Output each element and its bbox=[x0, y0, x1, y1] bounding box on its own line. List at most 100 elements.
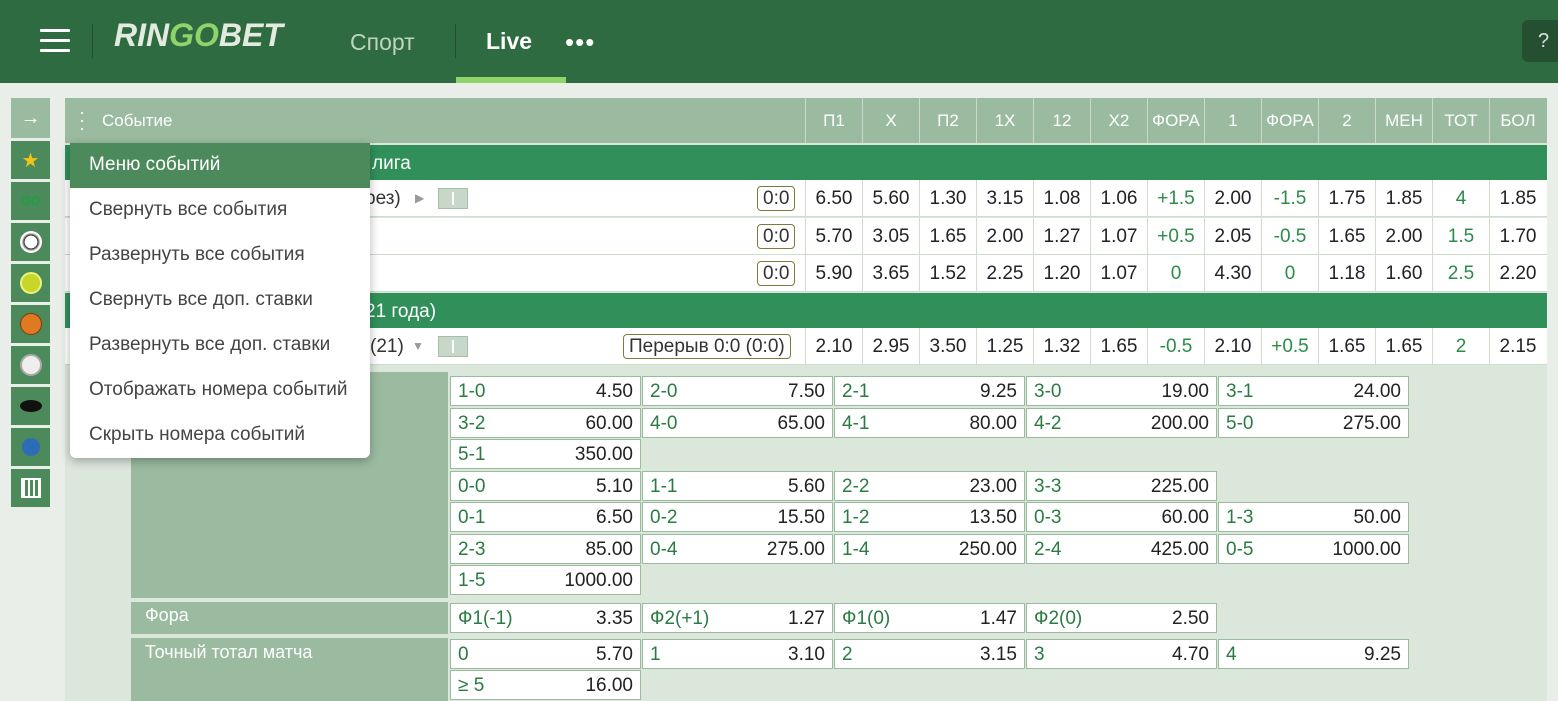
extra-bet-cell[interactable]: 0-4 275.00 bbox=[642, 534, 833, 564]
odds-button[interactable]: 1.30 bbox=[919, 180, 976, 217]
favorites-star-icon[interactable]: ★ bbox=[11, 141, 50, 179]
odds-button[interactable]: 6.50 bbox=[805, 180, 862, 217]
nav-more-button[interactable]: ••• bbox=[565, 27, 595, 58]
extra-bet-cell[interactable]: 1-1 5.60 bbox=[642, 471, 833, 501]
extra-bet-cell[interactable]: 2-0 7.50 bbox=[642, 376, 833, 406]
extra-bet-cell[interactable]: 3-0 19.00 bbox=[1026, 376, 1217, 406]
odds-button[interactable]: 1.52 bbox=[919, 255, 976, 292]
extra-bet-cell[interactable]: 0-0 5.10 bbox=[450, 471, 641, 501]
extra-bet-cell[interactable]: 3-1 24.00 bbox=[1218, 376, 1409, 406]
odds-button[interactable]: 3.50 bbox=[919, 328, 976, 365]
odds-button[interactable]: 1.85 bbox=[1375, 180, 1432, 217]
nav-sport[interactable]: Спорт bbox=[350, 29, 415, 56]
menu-item-show-event-numbers[interactable]: Отображать номера событий bbox=[70, 368, 370, 413]
odds-button[interactable]: 2.95 bbox=[862, 328, 919, 365]
odds-button[interactable]: 1.85 bbox=[1489, 180, 1546, 217]
odds-button[interactable]: 1.06 bbox=[1090, 180, 1147, 217]
field-stats-icon[interactable] bbox=[438, 336, 468, 357]
basketball-icon[interactable] bbox=[11, 305, 50, 343]
go-icon[interactable]: GO bbox=[11, 182, 50, 220]
odds-button[interactable]: 1.32 bbox=[1033, 328, 1090, 365]
extra-bet-cell[interactable]: 5-1 350.00 bbox=[450, 439, 641, 469]
odds-button[interactable]: 3.05 bbox=[862, 218, 919, 255]
odds-button[interactable]: 2.25 bbox=[976, 255, 1033, 292]
extra-bet-cell[interactable]: 4 9.25 bbox=[1218, 639, 1409, 669]
menu-item-expand-all-events[interactable]: Развернуть все события bbox=[70, 233, 370, 278]
event-name[interactable]: (21) bbox=[370, 336, 404, 358]
extra-bet-cell[interactable]: 3-3 225.00 bbox=[1026, 471, 1217, 501]
table-tennis-icon[interactable] bbox=[11, 428, 50, 466]
odds-button[interactable]: 1.65 bbox=[919, 218, 976, 255]
extra-bet-cell[interactable]: 4-0 65.00 bbox=[642, 408, 833, 438]
hockey-puck-icon[interactable] bbox=[11, 387, 50, 425]
extra-bet-cell[interactable]: 0-5 1000.00 bbox=[1218, 534, 1409, 564]
nav-live[interactable]: Live bbox=[486, 28, 532, 55]
odds-button[interactable]: 5.60 bbox=[862, 180, 919, 217]
menu-item-collapse-all-extra[interactable]: Свернуть все доп. ставки bbox=[70, 278, 370, 323]
logo[interactable]: RINGOBET bbox=[114, 17, 283, 54]
extra-bet-cell[interactable]: Ф2(+1) 1.27 bbox=[642, 603, 833, 633]
odds-button[interactable]: 2.05 bbox=[1204, 218, 1261, 255]
odds-button[interactable]: 1.65 bbox=[1318, 218, 1375, 255]
odds-button[interactable]: 1.60 bbox=[1375, 255, 1432, 292]
extra-bet-cell[interactable]: 1-5 1000.00 bbox=[450, 565, 641, 595]
football-icon[interactable] bbox=[11, 223, 50, 261]
odds-button[interactable]: 1.08 bbox=[1033, 180, 1090, 217]
event-menu-kebab-icon[interactable]: · · · bbox=[79, 103, 85, 137]
menu-item-expand-all-extra[interactable]: Развернуть все доп. ставки bbox=[70, 323, 370, 368]
extra-bet-cell[interactable]: 0-3 60.00 bbox=[1026, 502, 1217, 532]
field-stats-icon[interactable] bbox=[438, 188, 468, 209]
calendar-icon[interactable] bbox=[11, 469, 50, 507]
odds-button[interactable]: 1.18 bbox=[1318, 255, 1375, 292]
odds-button[interactable]: 1.25 bbox=[976, 328, 1033, 365]
hamburger-menu-icon[interactable] bbox=[40, 29, 70, 53]
extra-bet-cell[interactable]: 1-2 13.50 bbox=[834, 502, 1025, 532]
extra-bet-cell[interactable]: 1-4 250.00 bbox=[834, 534, 1025, 564]
odds-button[interactable]: 3.15 bbox=[976, 180, 1033, 217]
expand-triangle-icon[interactable]: ▶ bbox=[415, 191, 424, 205]
menu-item-collapse-all-events[interactable]: Свернуть все события bbox=[70, 188, 370, 233]
extra-bet-cell[interactable]: 0-1 6.50 bbox=[450, 502, 641, 532]
odds-button[interactable]: 2.20 bbox=[1489, 255, 1546, 292]
odds-button[interactable]: 5.90 bbox=[805, 255, 862, 292]
extra-bet-cell[interactable]: 1-3 50.00 bbox=[1218, 502, 1409, 532]
odds-button[interactable]: 2.00 bbox=[976, 218, 1033, 255]
extra-bet-cell[interactable]: 2-3 85.00 bbox=[450, 534, 641, 564]
extra-bet-cell[interactable]: ≥ 5 16.00 bbox=[450, 670, 641, 700]
odds-button[interactable]: 2.10 bbox=[1204, 328, 1261, 365]
odds-button[interactable]: 1.07 bbox=[1090, 255, 1147, 292]
extra-bet-cell[interactable]: 2-2 23.00 bbox=[834, 471, 1025, 501]
odds-button[interactable]: 2.00 bbox=[1204, 180, 1261, 217]
extra-bet-cell[interactable]: Ф2(0) 2.50 bbox=[1026, 603, 1217, 633]
extra-bet-cell[interactable]: Ф1(-1) 3.35 bbox=[450, 603, 641, 633]
extra-bet-cell[interactable]: 0 5.70 bbox=[450, 639, 641, 669]
odds-button[interactable]: 1.65 bbox=[1318, 328, 1375, 365]
odds-button[interactable]: 1.07 bbox=[1090, 218, 1147, 255]
extra-bet-cell[interactable]: 1 3.10 bbox=[642, 639, 833, 669]
extra-bet-cell[interactable]: 4-1 80.00 bbox=[834, 408, 1025, 438]
help-button[interactable]: ? bbox=[1522, 20, 1558, 62]
extra-bet-cell[interactable]: 0-2 15.50 bbox=[642, 502, 833, 532]
menu-item-events-menu[interactable]: Меню событий bbox=[70, 143, 370, 188]
collapse-triangle-icon[interactable]: ▼ bbox=[412, 339, 424, 353]
volleyball-icon[interactable] bbox=[11, 346, 50, 384]
odds-button[interactable]: 1.20 bbox=[1033, 255, 1090, 292]
extra-bet-cell[interactable]: 5-0 275.00 bbox=[1218, 408, 1409, 438]
extra-bet-cell[interactable]: 3 4.70 bbox=[1026, 639, 1217, 669]
extra-bet-cell[interactable]: Ф1(0) 1.47 bbox=[834, 603, 1025, 633]
odds-button[interactable]: 2.15 bbox=[1489, 328, 1546, 365]
extra-bet-cell[interactable]: 2-4 425.00 bbox=[1026, 534, 1217, 564]
odds-button[interactable]: 1.65 bbox=[1375, 328, 1432, 365]
odds-button[interactable]: 4.30 bbox=[1204, 255, 1261, 292]
extra-bet-cell[interactable]: 1-0 4.50 bbox=[450, 376, 641, 406]
extra-bet-cell[interactable]: 3-2 60.00 bbox=[450, 408, 641, 438]
extra-bet-cell[interactable]: 2-1 9.25 bbox=[834, 376, 1025, 406]
odds-button[interactable]: 1.65 bbox=[1090, 328, 1147, 365]
odds-button[interactable]: 2.10 bbox=[805, 328, 862, 365]
odds-button[interactable]: 1.75 bbox=[1318, 180, 1375, 217]
odds-button[interactable]: 1.70 bbox=[1489, 218, 1546, 255]
odds-button[interactable]: 3.65 bbox=[862, 255, 919, 292]
menu-item-hide-event-numbers[interactable]: Скрыть номера событий bbox=[70, 413, 370, 458]
event-name[interactable]: рез) bbox=[365, 188, 401, 210]
odds-button[interactable]: 1.27 bbox=[1033, 218, 1090, 255]
